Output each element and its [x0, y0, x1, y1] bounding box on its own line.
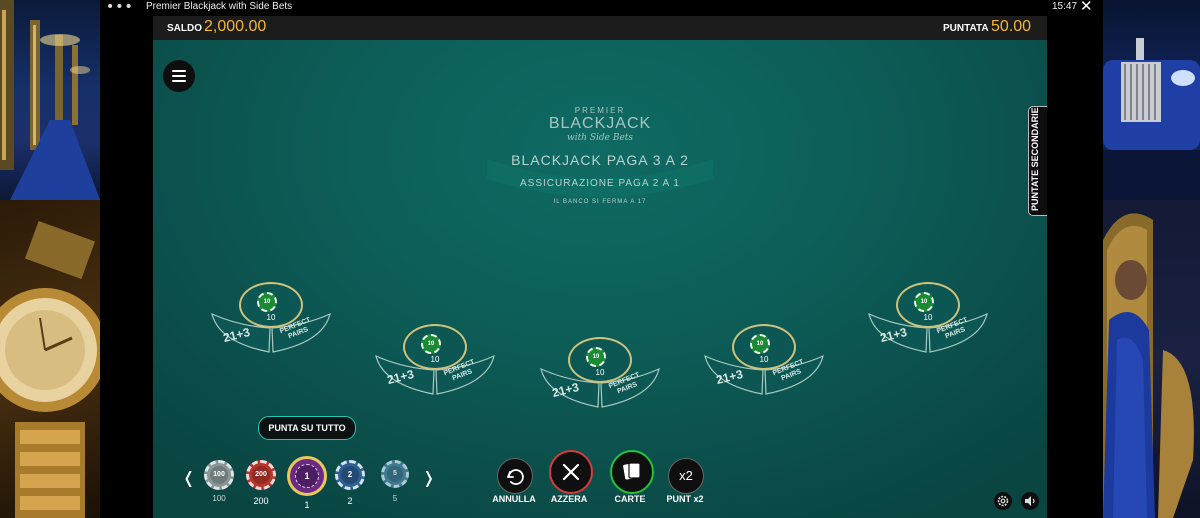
total-bet-value: 50.00 — [991, 18, 1032, 35]
cards-icon — [623, 462, 641, 480]
seat-1: 10 10 21+3 PERFECT PAIRS — [209, 282, 333, 354]
close-icon[interactable]: ✕ — [1080, 0, 1093, 15]
undo-label: ANNULLA — [492, 494, 536, 504]
balance-label: SALDO — [167, 23, 202, 34]
seat-3-bet-chip: 10 — [586, 347, 606, 367]
double-bet-label: PUNT x2 — [666, 494, 704, 504]
left-decor-panel — [0, 0, 100, 518]
clear-button[interactable] — [549, 450, 593, 494]
seat-4-bet-chip: 10 — [750, 334, 770, 354]
clock: 15:47 — [1052, 1, 1078, 12]
blackjack-table: PUNTATE SECONDARIE PREMIER BLACKJACK wit… — [153, 40, 1047, 518]
window-title: Premier Blackjack with Side Bets — [146, 1, 293, 12]
chevron-left-icon[interactable]: ❬ — [182, 468, 195, 487]
speaker-icon — [1025, 496, 1035, 506]
bet-on-all-button[interactable]: PUNTA SU TUTTO — [258, 416, 356, 440]
chip-5[interactable]: 5 — [381, 460, 409, 488]
right-decor-panel — [1103, 0, 1200, 518]
clear-label: AZZERA — [550, 494, 588, 504]
chip-1-selected[interactable]: 1 — [287, 456, 327, 496]
balance-value: 2,000.00 — [204, 18, 267, 35]
seat-5-bet-chip: 10 — [914, 292, 934, 312]
luxury-car-image — [1103, 0, 1200, 200]
dealer-rule-text: IL BANCO SI FERMA A 17 — [553, 199, 647, 205]
seat-5: 10 10 21+3 PERFECT PAIRS — [866, 282, 990, 354]
casino-hall-image — [0, 0, 100, 200]
seat-3: 10 10 21+3 PERFECT PAIRS — [538, 337, 662, 409]
undo-icon — [507, 469, 524, 485]
chip-1-label: 1 — [304, 500, 310, 510]
window-titlebar: ••• Premier Blackjack with Side Bets 15:… — [0, 0, 1200, 15]
chip-200[interactable]: 200 — [246, 460, 276, 490]
blackjack-payout-text: BLACKJACK PAGA 3 A 2 — [511, 152, 689, 168]
chip-200-label: 200 — [253, 496, 269, 506]
brand-side-bets: with Side Bets — [566, 133, 634, 143]
gold-watch-image — [0, 200, 100, 518]
chip-5-label: 5 — [392, 494, 398, 503]
sound-button[interactable] — [1021, 492, 1039, 510]
double-bet-button[interactable]: x2 — [668, 458, 704, 494]
more-options-icon[interactable]: ••• — [106, 0, 134, 15]
menu-button[interactable] — [163, 60, 195, 92]
seat-1-bet-chip: 10 — [257, 292, 277, 312]
seat-2: 10 10 21+3 PERFECT PAIRS — [373, 324, 497, 396]
seat-4: 10 10 21+3 PERFECT PAIRS — [702, 324, 826, 396]
hamburger-icon — [172, 70, 186, 72]
x2-icon: x2 — [679, 468, 693, 483]
chip-2[interactable]: 2 — [335, 460, 365, 490]
info-bar: SALDO 2,000.00 PUNTATA 50.00 — [153, 16, 1047, 40]
brand-premier: PREMIER — [574, 106, 626, 115]
woman-throne-image — [1103, 200, 1200, 518]
seat-2-bet-chip: 10 — [421, 334, 441, 354]
chip-100-label: 100 — [212, 494, 226, 503]
close-x-icon — [562, 463, 580, 481]
gear-icon — [997, 495, 1009, 507]
chip-2-label: 2 — [347, 496, 353, 506]
chevron-right-icon[interactable]: ❭ — [422, 468, 435, 487]
insurance-payout-text: ASSICURAZIONE PAGA 2 A 1 — [520, 178, 680, 189]
cards-button[interactable] — [610, 450, 654, 494]
brand-blackjack: BLACKJACK — [548, 115, 652, 132]
undo-button[interactable] — [497, 458, 533, 494]
chip-100[interactable]: 100 — [204, 460, 234, 490]
cards-label: CARTE — [614, 494, 646, 504]
total-bet-label: PUNTATA — [943, 23, 989, 34]
settings-button[interactable] — [994, 492, 1012, 510]
